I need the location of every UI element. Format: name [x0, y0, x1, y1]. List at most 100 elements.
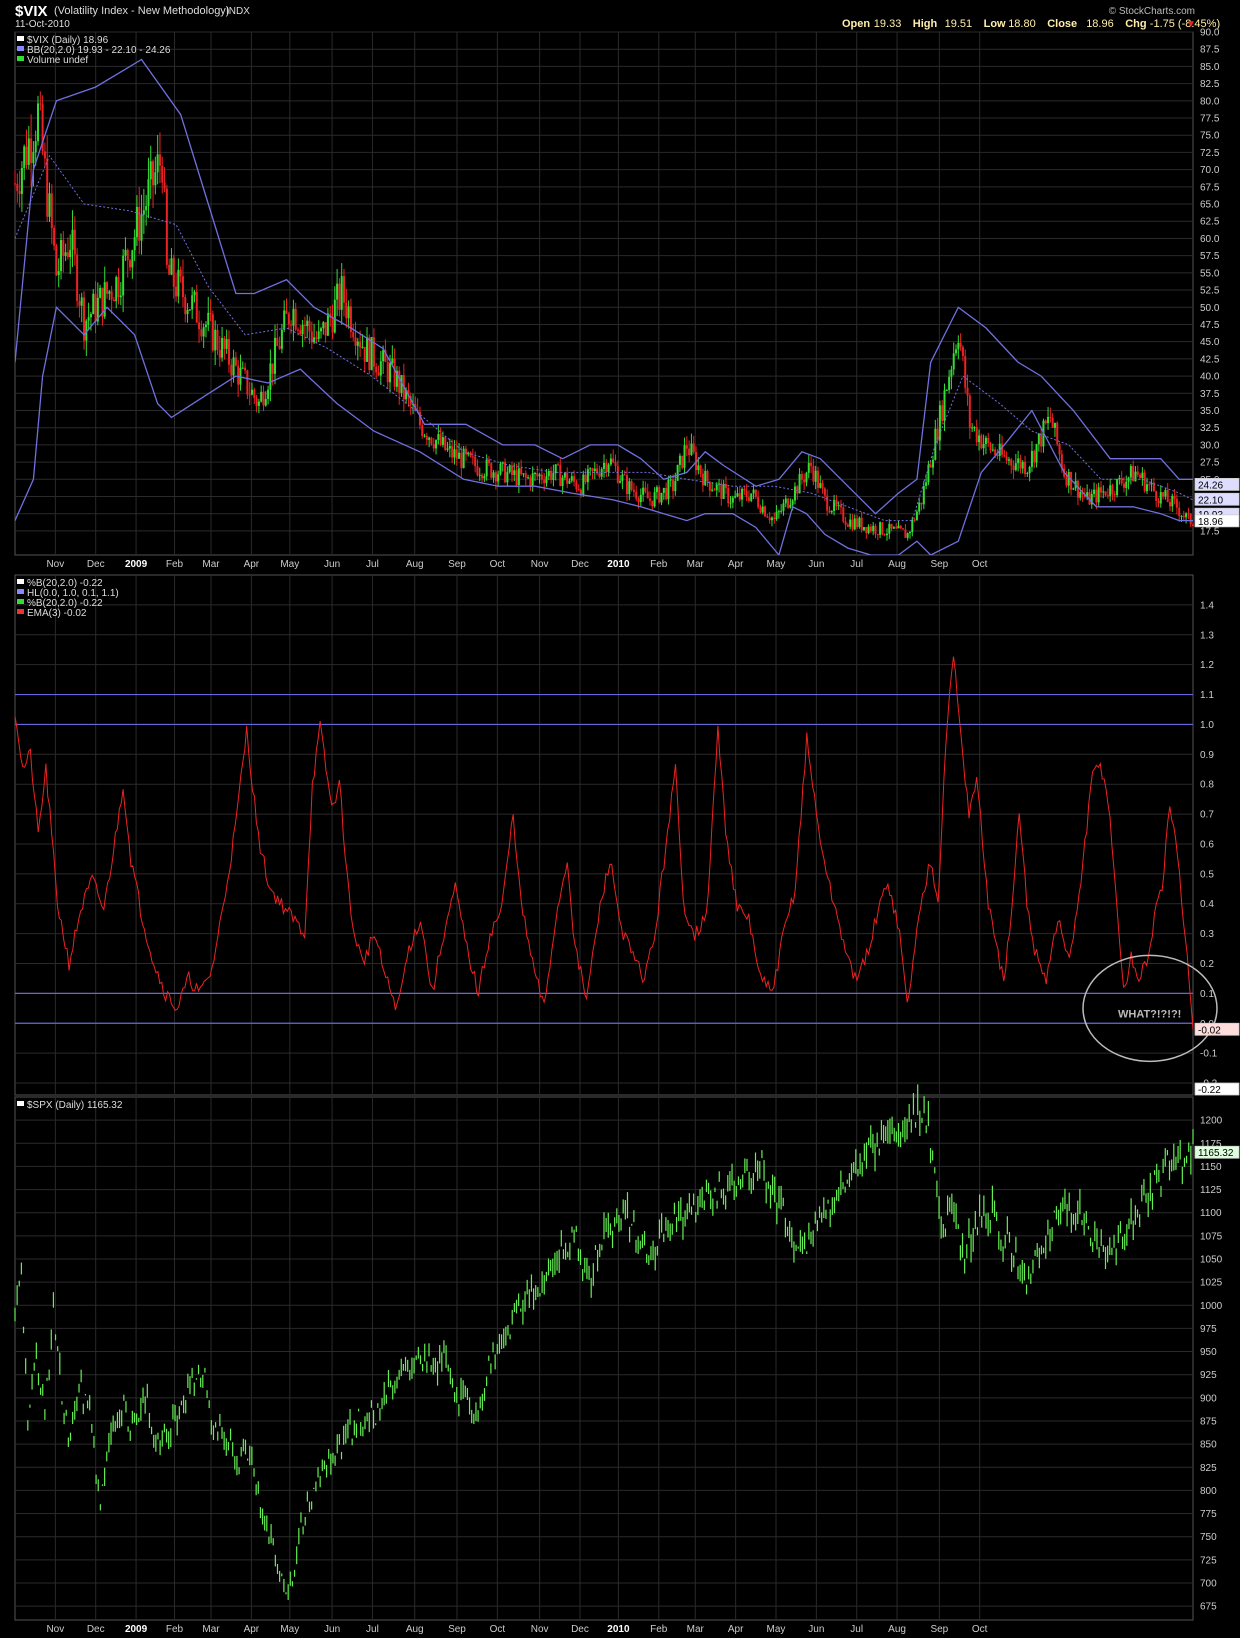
vix-candle-body: [232, 357, 235, 376]
vix-candle-body: [37, 103, 40, 142]
vix-candle-body: [734, 496, 737, 498]
vix-candle-body: [446, 448, 449, 450]
vix-candle-body: [586, 469, 589, 483]
vix-candle-body: [280, 329, 283, 349]
vix-y-tick-label: 50.0: [1200, 303, 1220, 314]
vix-candle-body: [285, 310, 288, 314]
vix-value-tag-label: 18.96: [1198, 517, 1223, 528]
vix-candle-body: [830, 511, 833, 513]
vix-candle-body: [71, 229, 74, 250]
vix-x-tick-label: Jun: [808, 559, 824, 570]
vix-y-tick-label: 62.5: [1200, 217, 1220, 228]
chart-background: [0, 0, 1240, 1638]
vix-candle-body: [987, 437, 990, 444]
spx-x-tick-label: Apr: [728, 1624, 744, 1635]
vix-candle-body: [269, 363, 272, 390]
pctb-legend-swatch: [17, 609, 24, 614]
vix-candle-body: [945, 389, 948, 391]
vix-candle-body: [545, 476, 548, 484]
vix-candle-body: [340, 276, 343, 310]
spx-x-tick-label: Jun: [324, 1624, 340, 1635]
vix-candle-body: [1185, 513, 1188, 518]
vix-y-tick-label: 40.0: [1200, 372, 1220, 383]
header-symbol: $VIX: [15, 3, 48, 20]
spx-x-tick-label: Apr: [244, 1624, 260, 1635]
vix-candle-body: [156, 154, 159, 173]
vix-candle-body: [177, 269, 180, 297]
vix-candle-body: [934, 428, 937, 460]
vix-candle-body: [389, 363, 392, 383]
vix-x-tick-label: 2010: [607, 559, 630, 570]
spx-y-tick-label: 675: [1200, 1602, 1217, 1613]
vix-candle-body: [552, 473, 555, 481]
vix-candle-body: [108, 291, 111, 294]
vix-candle-body: [87, 317, 90, 321]
vix-candle-body: [211, 314, 214, 351]
quote-row: Open 19.33 High 19.51 Low 18.80 Close 18.96 Chg -…: [842, 18, 1220, 30]
spx-x-tick-label: May: [767, 1624, 786, 1635]
vix-candle-body: [147, 179, 150, 207]
vix-candle-body: [391, 358, 394, 364]
vix-candle-body: [952, 353, 955, 370]
chart-canvas: $VIX (Volatility Index - New Methodology…: [0, 0, 1240, 1638]
vix-candle-body: [34, 141, 37, 153]
vix-candle-body: [287, 313, 290, 325]
vix-candle-body: [607, 464, 610, 473]
vix-candle-body: [575, 481, 578, 490]
vix-candle-body: [955, 349, 958, 354]
vix-candle-body: [819, 483, 822, 488]
vix-candle-body: [646, 491, 649, 499]
vix-x-tick-label: Nov: [531, 559, 549, 570]
vix-candle-body: [140, 214, 143, 241]
vix-candle-body: [978, 435, 981, 443]
vix-legend-swatch: [17, 56, 24, 61]
vix-candle-body: [375, 366, 378, 373]
vix-candle-body: [531, 473, 534, 486]
vix-candle-body: [950, 369, 953, 377]
vix-candle-body: [368, 337, 371, 371]
vix-candle-body: [273, 337, 276, 374]
vix-candle-body: [869, 526, 872, 532]
vix-candle-body: [1102, 491, 1105, 493]
vix-candle-body: [347, 306, 350, 319]
vix-x-tick-label: Oct: [972, 559, 988, 570]
vix-candle-body: [662, 487, 665, 493]
vix-candle-body: [649, 498, 652, 501]
vix-candle-body: [161, 165, 164, 183]
vix-y-tick-label: 30.0: [1200, 440, 1220, 451]
vix-candle-body: [1093, 489, 1096, 494]
quote-label-low: Low: [984, 18, 1006, 30]
vix-candle-body: [538, 474, 541, 477]
vix-y-tick-label: 17.5: [1200, 526, 1220, 537]
vix-candle-body: [64, 252, 67, 256]
vix-candle-body: [713, 489, 716, 491]
vix-candle-body: [1150, 482, 1153, 485]
vix-candle-body: [520, 468, 523, 475]
vix-candle-body: [209, 312, 212, 315]
copyright-text: © StockCharts.com: [1109, 6, 1195, 17]
vix-candle-body: [665, 487, 668, 500]
vix-candle-body: [60, 240, 63, 272]
spx-value-tag-label: 1165.32: [1198, 1148, 1234, 1159]
quote-value-low: 18.80: [1008, 18, 1036, 30]
vix-x-tick-label: Jul: [850, 559, 863, 570]
vix-candle-body: [1035, 444, 1038, 463]
vix-candle-body: [356, 341, 359, 346]
vix-candle-body: [849, 519, 852, 527]
vix-candle-body: [775, 511, 778, 520]
vix-candle-body: [858, 517, 861, 528]
spx-y-tick-label: 1200: [1200, 1116, 1223, 1127]
vix-x-tick-label: May: [767, 559, 786, 570]
spx-y-tick-label: 700: [1200, 1578, 1217, 1589]
vix-candle-body: [451, 446, 454, 458]
vix-x-tick-label: Mar: [687, 559, 705, 570]
vix-candle-body: [135, 206, 138, 238]
spx-x-tick-label: 2009: [125, 1624, 148, 1635]
vix-candle-body: [973, 427, 976, 429]
vix-candle-body: [16, 183, 19, 192]
vix-x-tick-label: Sep: [448, 559, 466, 570]
vix-candle-body: [593, 468, 596, 472]
vix-candle-body: [603, 462, 605, 469]
spx-x-tick-label: Jun: [808, 1624, 824, 1635]
vix-candle-body: [989, 443, 992, 451]
